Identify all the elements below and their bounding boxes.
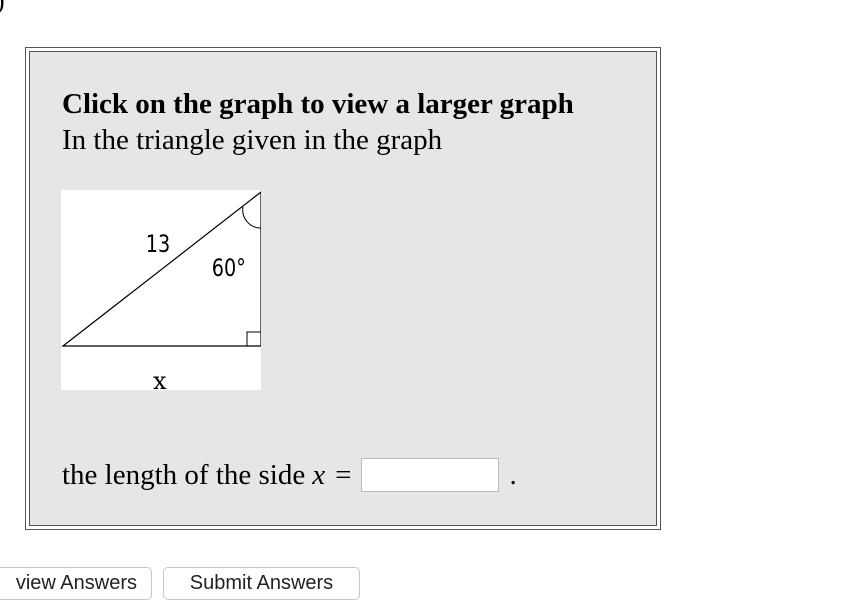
preview-answers-button[interactable]: view Answers: [0, 567, 152, 600]
problem-prompt: In the triangle given in the graph: [62, 124, 443, 156]
angle-label: 60°: [212, 255, 246, 283]
problem-box: Click on the graph to view a larger grap…: [25, 47, 661, 530]
base-label: x: [153, 367, 167, 390]
answer-variable: x: [312, 458, 326, 491]
triangle-graph[interactable]: 13 60° x: [61, 190, 261, 390]
answer-suffix: .: [509, 458, 517, 491]
submit-answers-button[interactable]: Submit Answers: [163, 567, 360, 600]
answer-equals: =: [335, 458, 352, 491]
header-fragment: ): [0, 0, 5, 16]
hypotenuse-label: 13: [146, 231, 170, 259]
answer-input[interactable]: [361, 458, 500, 492]
answer-prefix: the length of the side: [62, 458, 306, 491]
angle-arc: [242, 206, 261, 229]
problem-panel: Click on the graph to view a larger grap…: [29, 51, 657, 526]
graph-instruction: Click on the graph to view a larger grap…: [62, 88, 574, 120]
answer-line: the length of the side x = .: [62, 458, 517, 492]
right-angle-marker: [246, 331, 261, 347]
